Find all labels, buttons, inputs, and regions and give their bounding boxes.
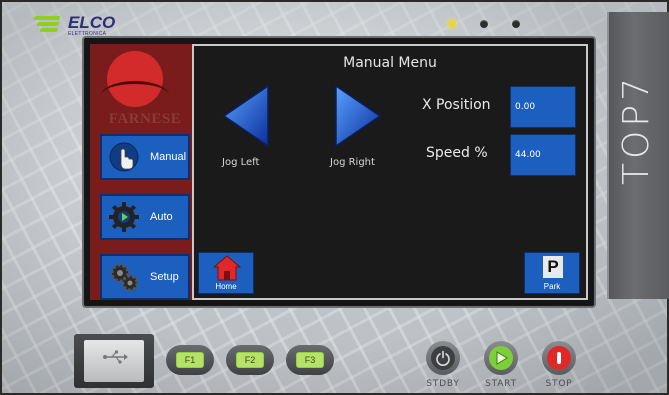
stop-label: STOP (545, 379, 573, 389)
jog-right-label: Jog Right (330, 157, 375, 168)
farnese-logo: FARNESE (99, 51, 181, 127)
f2-key[interactable]: F2 (226, 345, 274, 375)
brand-name: ELCO (68, 13, 116, 32)
speed-field[interactable]: 44.00 (510, 134, 576, 176)
speed-label: Speed % (426, 145, 488, 161)
touch-screen: FARNESE Manual Auto Setup Manual Menu Jo… (90, 44, 588, 300)
jog-left-label: Jog Left (222, 157, 260, 168)
f1-key[interactable]: F1 (166, 345, 214, 375)
stop-icon (547, 346, 571, 370)
usb-port-cover[interactable] (74, 334, 154, 388)
standby-label: STDBY (426, 379, 460, 389)
x-position-field[interactable]: 0.00 (510, 86, 576, 128)
play-icon (489, 346, 513, 370)
standby-button[interactable] (426, 341, 460, 375)
setup-button[interactable]: Setup (100, 254, 190, 300)
park-icon-letter: P (547, 257, 559, 276)
screen-bezel: FARNESE Manual Auto Setup Manual Menu Jo… (84, 38, 594, 306)
manual-button[interactable]: Manual (100, 134, 190, 180)
setup-button-label: Setup (150, 271, 179, 283)
brand-panel: FARNESE Manual Auto Setup (90, 44, 190, 300)
power-icon (431, 346, 455, 370)
hand-pointer-icon (108, 141, 140, 173)
start-button[interactable] (484, 341, 518, 375)
jog-left-button[interactable] (220, 84, 272, 148)
elco-logo-mark (33, 14, 64, 36)
home-icon (213, 255, 241, 281)
usb-icon (102, 348, 128, 369)
page-title: Manual Menu (343, 55, 437, 71)
park-icon: P (543, 256, 563, 278)
f2-key-label: F2 (236, 352, 264, 368)
manual-menu-panel: Manual Menu Jog Left Jog Right X Positio… (192, 44, 588, 300)
status-led (448, 20, 456, 28)
arrow-right-icon (335, 84, 382, 148)
park-button-label: Park (543, 282, 561, 291)
stop-button[interactable] (542, 341, 576, 375)
home-button-label: Home (215, 282, 237, 291)
gear-play-icon (108, 201, 140, 233)
auto-button[interactable]: Auto (100, 194, 190, 240)
hmi-device: ELCO ELETTRONICA TOP7 FARNESE Manual Aut… (0, 0, 669, 395)
park-button[interactable]: P Park (524, 252, 580, 294)
start-label: START (485, 379, 517, 389)
f3-key-label: F3 (296, 352, 324, 368)
status-leds (448, 20, 520, 28)
side-label-panel: TOP7 (607, 12, 669, 299)
x-position-label: X Position (422, 97, 491, 113)
f1-key-label: F1 (176, 352, 204, 368)
gears-icon (108, 261, 140, 293)
jog-right-button[interactable] (332, 84, 384, 148)
model-label: TOP7 (616, 74, 657, 185)
brand-logo-text: FARNESE (108, 111, 182, 127)
status-led (480, 20, 488, 28)
arrow-left-icon (222, 84, 269, 148)
manual-button-label: Manual (150, 151, 187, 163)
status-led (512, 20, 520, 28)
auto-button-label: Auto (150, 211, 173, 223)
home-button[interactable]: Home (198, 252, 254, 294)
f3-key[interactable]: F3 (286, 345, 334, 375)
elco-logo: ELCO ELETTRONICA (33, 13, 116, 37)
